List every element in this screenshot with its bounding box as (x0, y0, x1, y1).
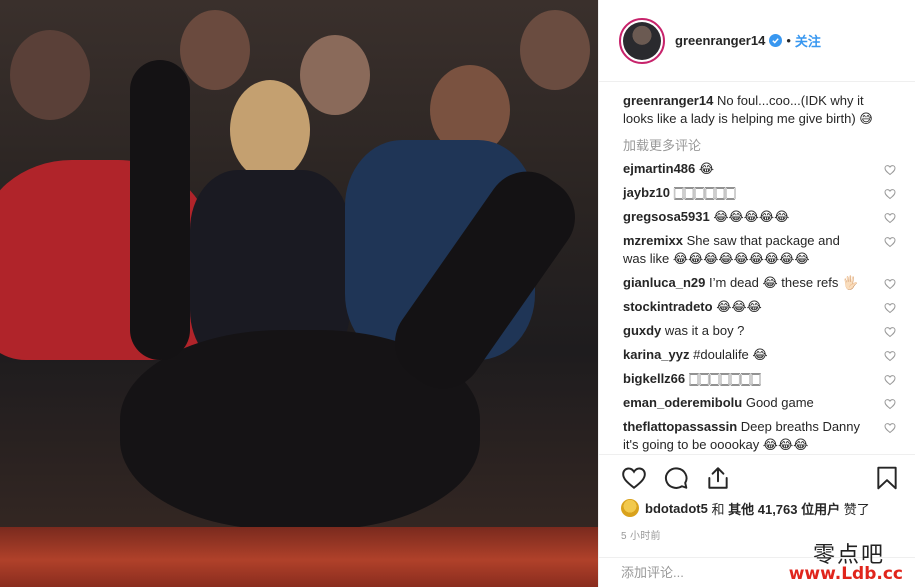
liker-avatar[interactable] (621, 499, 639, 517)
comment-username[interactable]: mzremixx (623, 233, 683, 248)
comment-username[interactable]: eman_oderemibolu (623, 395, 742, 410)
caption-username[interactable]: greenranger14 (623, 93, 713, 108)
comment-username[interactable]: theflattopassassin (623, 419, 737, 434)
avatar-image (623, 21, 661, 60)
post-header: greenranger14 • 关注 (599, 0, 915, 82)
comment-like-heart-icon[interactable] (884, 374, 896, 386)
bookmark-icon[interactable] (874, 465, 900, 491)
comment-like-heart-icon[interactable] (884, 236, 896, 248)
crowd-shape (10, 30, 90, 120)
likes-liked: 赞了 (843, 501, 870, 517)
comment-text: 😂😂😂 (716, 299, 762, 314)
separator-dot: • (786, 33, 791, 48)
comment-text: Good game (745, 395, 814, 410)
load-more-comments[interactable]: 加载更多评论 (623, 135, 896, 154)
comment-item: ejmartin486 😂 (623, 160, 896, 178)
comment-like-heart-icon[interactable] (884, 422, 896, 434)
post-caption: greenranger14 No foul...coo...(IDK why i… (623, 92, 896, 128)
comment-text: was it a boy ? (664, 323, 745, 338)
liker-username[interactable]: bdotadot5 (645, 501, 708, 516)
comment-username[interactable]: stockintradeto (623, 299, 713, 314)
comment-username[interactable]: gregsosa5931 (623, 209, 710, 224)
comment-like-heart-icon[interactable] (884, 326, 896, 338)
comments-list: greenranger14 No foul...coo...(IDK why i… (599, 88, 915, 454)
action-bar (621, 461, 900, 495)
comment-text: 🀆🀆🀆🀆🀆🀆 (673, 185, 736, 200)
comment-like-heart-icon[interactable] (884, 302, 896, 314)
verified-badge-icon (769, 34, 783, 47)
post-actions: bdotadot5 和 其他 41,763 位用户 赞了 5 小时前 (599, 454, 915, 542)
likes-others-suffix: 位用户 (801, 501, 841, 517)
likes-others-link[interactable]: 其他 41,763 位用户 (728, 499, 840, 518)
avatar[interactable] (619, 17, 665, 64)
comment-username[interactable]: ejmartin486 (623, 161, 695, 176)
post-side-panel: greenranger14 • 关注 greenranger14 No foul… (598, 0, 915, 587)
crowd-shape (300, 35, 370, 115)
comment-item: theflattopassassin Deep breaths Danny it… (623, 418, 896, 454)
comment-like-heart-icon[interactable] (884, 212, 896, 224)
comment-username[interactable]: karina_yyz (623, 347, 690, 362)
comment-item: jaybz10 🀆🀆🀆🀆🀆🀆 (623, 184, 896, 202)
player-leg-shape (130, 60, 190, 360)
comment-container: ejmartin486 😂 jaybz10 🀆🀆🀆🀆🀆🀆 gregsosa5931 … (623, 160, 896, 454)
likes-summary: bdotadot5 和 其他 41,763 位用户 赞了 (621, 495, 900, 521)
comment-item: eman_oderemibolu Good game (623, 394, 896, 412)
likes-others-prefix: 其他 (728, 501, 755, 517)
comment-username[interactable]: guxdy (623, 323, 661, 338)
comment-item: stockintradeto 😂😂😂 (623, 298, 896, 316)
comment-item: karina_yyz #doulalife 😂 (623, 346, 896, 364)
crowd-shape (520, 10, 590, 90)
watermark-url: www.Ldb.cc (788, 564, 903, 584)
comment-item: gregsosa5931 😂😂😂😂😂 (623, 208, 896, 226)
comment-item: mzremixx She saw that package and was li… (623, 232, 896, 268)
comment-item: gianluca_n29 I’m dead 😂 these refs 🖐🏻 (623, 274, 896, 292)
likes-and: 和 (711, 501, 725, 517)
comment-username[interactable]: jaybz10 (623, 185, 670, 200)
comment-text: #doulalife 😂 (693, 347, 768, 362)
comment-like-heart-icon[interactable] (884, 278, 896, 290)
comment-text: I’m dead 😂 these refs 🖐🏻 (709, 275, 859, 290)
comment-username[interactable]: bigkellz66 (623, 371, 685, 386)
follow-button[interactable]: 关注 (795, 31, 821, 50)
comment-like-heart-icon[interactable] (884, 350, 896, 362)
comment-like-heart-icon[interactable] (884, 188, 896, 200)
comment-like-heart-icon[interactable] (884, 398, 896, 410)
header-username[interactable]: greenranger14 (675, 33, 765, 48)
comment-icon[interactable] (663, 465, 689, 491)
comment-username[interactable]: gianluca_n29 (623, 275, 705, 290)
crowd-shape (180, 10, 250, 90)
comment-text: 😂 (698, 161, 715, 176)
comment-text: 😂😂😂😂😂 (713, 209, 790, 224)
comment-like-heart-icon[interactable] (884, 164, 896, 176)
likes-count: 41,763 (757, 501, 798, 517)
add-comment-input[interactable] (621, 565, 781, 580)
comment-item: bigkellz66 🀆🀆🀆🀆🀆🀆🀆 (623, 370, 896, 388)
crowd-shape (230, 80, 310, 180)
comment-item: guxdy was it a boy ? (623, 322, 896, 340)
heart-icon[interactable] (621, 465, 647, 491)
share-icon[interactable] (705, 465, 731, 491)
comment-text: 🀆🀆🀆🀆🀆🀆🀆 (688, 371, 762, 386)
post-photo[interactable] (0, 0, 598, 587)
court-floor (0, 527, 598, 587)
